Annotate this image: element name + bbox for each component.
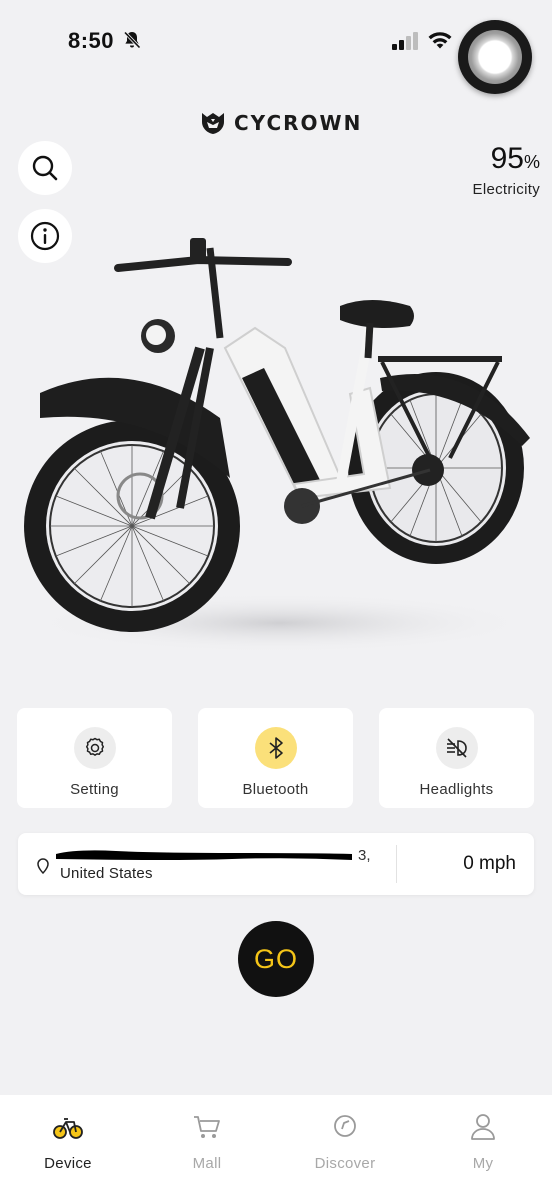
tab-device[interactable]: Device: [18, 1113, 118, 1172]
address-suffix: 3,: [358, 847, 371, 864]
cellular-signal-icon: [392, 32, 418, 50]
tab-device-label: Device: [44, 1155, 92, 1172]
search-button[interactable]: [18, 141, 72, 195]
bluetooth-label: Bluetooth: [242, 781, 309, 798]
headlight-off-icon: [446, 738, 467, 758]
location-country: United States: [60, 865, 153, 882]
battery-unit: %: [523, 152, 540, 172]
bluetooth-card[interactable]: Bluetooth: [198, 708, 353, 808]
location-pin-icon: [37, 858, 49, 874]
tab-my[interactable]: My: [433, 1113, 533, 1172]
headlights-icon-wrap: [435, 727, 478, 769]
setting-label: Setting: [70, 781, 119, 798]
speed-readout: 0 mph: [463, 853, 516, 874]
cycrown-helmet-logo: [202, 113, 224, 134]
tab-discover[interactable]: Discover: [295, 1113, 395, 1172]
gear-icon: [85, 737, 104, 756]
setting-card[interactable]: Setting: [17, 708, 172, 808]
battery-label: Electricity: [472, 181, 540, 198]
assistive-touch-button[interactable]: [458, 20, 532, 94]
compass-icon: [334, 1115, 356, 1137]
headlights-label: Headlights: [419, 781, 494, 798]
battery-value: 95: [490, 142, 524, 175]
search-icon: [32, 155, 58, 181]
tab-mall-label: Mall: [192, 1155, 222, 1172]
location-divider: [396, 845, 397, 883]
bell-slash-icon: [123, 31, 141, 49]
tab-discover-label: Discover: [314, 1155, 376, 1172]
bluetooth-icon: [268, 737, 283, 759]
go-button[interactable]: GO: [238, 921, 314, 997]
ebike-image: [24, 238, 530, 653]
brand-name: CYCROWN: [234, 111, 363, 135]
battery-percentage: 95%: [473, 142, 540, 179]
tab-my-label: My: [472, 1155, 494, 1172]
person-icon: [471, 1114, 495, 1140]
brand-header: CYCROWN: [200, 110, 362, 136]
bottom-tab-bar: Device Mall Discover My: [0, 1095, 552, 1200]
battery-indicator: 95% Electricity: [473, 142, 540, 198]
bicycle-icon: [53, 1118, 83, 1139]
address-redaction: [56, 850, 352, 860]
status-time: 8:50: [68, 28, 115, 53]
location-bar[interactable]: 3, United States 0 mph: [18, 833, 534, 895]
tab-mall[interactable]: Mall: [157, 1113, 257, 1172]
wifi-icon: [428, 32, 452, 49]
headlights-card[interactable]: Headlights: [379, 708, 534, 808]
setting-icon-wrap: [73, 727, 116, 769]
bluetooth-icon-wrap: [254, 727, 297, 769]
cart-icon: [194, 1116, 220, 1138]
